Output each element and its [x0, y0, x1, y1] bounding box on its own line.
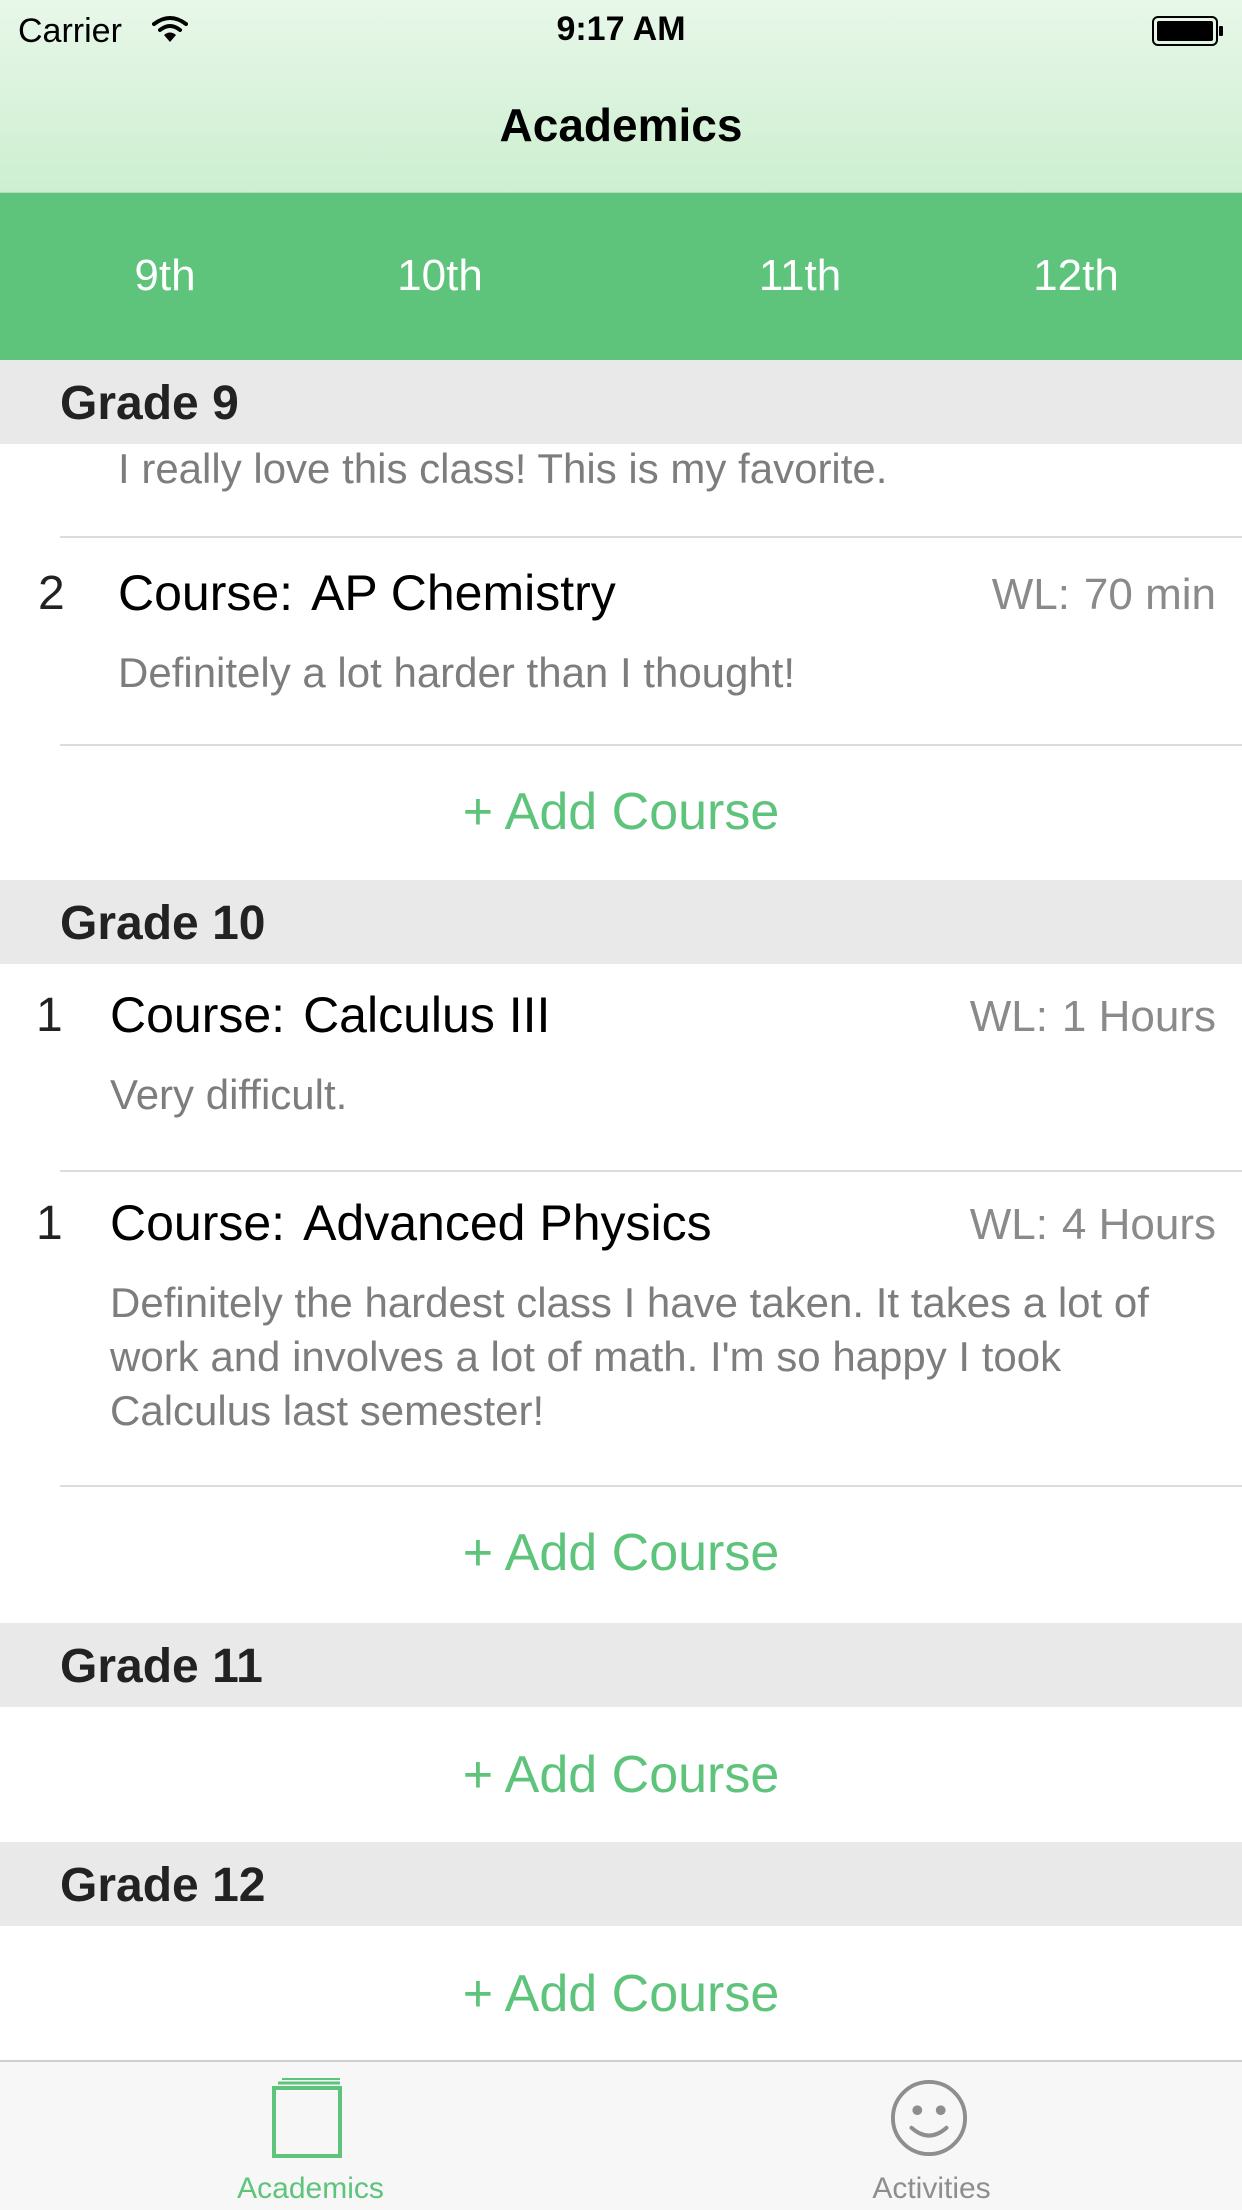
grade-tab-bar: 9th 10th 11th 12th	[0, 193, 1242, 360]
add-course-row-grade-12[interactable]: + Add Course	[0, 1926, 1242, 2060]
smiley-icon	[890, 2079, 968, 2157]
tab-9th[interactable]: 9th	[95, 251, 235, 301]
course-title: Course: Calculus III	[110, 986, 550, 1044]
tab-12th[interactable]: 12th	[1006, 251, 1146, 301]
course-name: AP Chemistry	[311, 565, 616, 621]
add-course-row-grade-10[interactable]: + Add Course	[0, 1487, 1242, 1623]
book-icon	[272, 2078, 342, 2158]
course-note: Definitely the hardest class I have take…	[110, 1279, 1149, 1434]
workload: WL: 70 min	[992, 570, 1216, 620]
add-course-button[interactable]: + Add Course	[0, 1964, 1242, 2024]
course-number: 1	[36, 1197, 63, 1250]
section-header-grade-11: Grade 11	[0, 1623, 1242, 1707]
section-title: Grade 10	[60, 897, 266, 950]
course-label: Course:	[110, 987, 286, 1043]
section-title: Grade 9	[60, 377, 239, 430]
course-row-advanced-physics[interactable]: 1 Course: Advanced Physics WL: 4 Hours Def…	[0, 1172, 1242, 1485]
course-number: 2	[38, 567, 65, 620]
workload-label: WL:	[991, 570, 1070, 619]
course-title: Course: Advanced Physics	[110, 1194, 712, 1252]
course-list[interactable]: Grade 9 I really love this class! This i…	[0, 360, 1242, 2060]
section-header-grade-12: Grade 12	[0, 1842, 1242, 1926]
add-course-button[interactable]: + Add Course	[0, 782, 1242, 842]
section-title: Grade 12	[60, 1859, 266, 1912]
page-title: Academics	[499, 99, 743, 151]
tab-label: Academics	[237, 2172, 384, 2205]
section-header-grade-9: Grade 9	[0, 360, 1242, 444]
bottom-tab-bar: Academics Activities	[0, 2060, 1242, 2210]
course-row-ap-chemistry[interactable]: 2 Course: AP Chemistry WL: 70 min Definite…	[0, 538, 1242, 744]
status-bar: Carrier 9:17 AM	[0, 0, 1242, 60]
tab-label: Activities	[872, 2172, 991, 2205]
navigation-header: Carrier 9:17 AM Academics	[0, 0, 1242, 193]
section-header-grade-10: Grade 10	[0, 880, 1242, 964]
battery-icon	[1152, 16, 1223, 46]
workload-value: 1 Hours	[1061, 992, 1216, 1041]
course-label: Course:	[110, 1195, 286, 1251]
tab-10th[interactable]: 10th	[370, 251, 510, 301]
workload: WL: 4 Hours	[970, 1200, 1216, 1250]
course-label: Course:	[118, 565, 294, 621]
course-note: Very difficult.	[110, 1071, 348, 1118]
course-name: Calculus III	[303, 987, 551, 1043]
status-time: 9:17 AM	[556, 10, 686, 48]
course-title: Course: AP Chemistry	[118, 564, 616, 622]
course-number: 1	[36, 989, 63, 1042]
course-name: Advanced Physics	[303, 1195, 712, 1251]
workload-label: WL:	[969, 992, 1048, 1041]
add-course-button[interactable]: + Add Course	[0, 1523, 1242, 1583]
workload-label: WL:	[969, 1200, 1048, 1249]
tab-academics[interactable]: Academics	[0, 2062, 621, 2210]
workload: WL: 1 Hours	[970, 992, 1216, 1042]
workload-value: 4 Hours	[1061, 1200, 1216, 1249]
section-title: Grade 11	[60, 1640, 263, 1693]
list-item-partial[interactable]: I really love this class! This is my fav…	[0, 444, 1242, 536]
course-note: Definitely a lot harder than I thought!	[118, 649, 796, 696]
add-course-button[interactable]: + Add Course	[0, 1745, 1242, 1805]
course-row-calculus-iii[interactable]: 1 Course: Calculus III WL: 1 Hours Very di…	[0, 964, 1242, 1170]
tab-11th[interactable]: 11th	[730, 251, 870, 301]
course-note: I really love this class! This is my fav…	[118, 445, 888, 492]
add-course-row-grade-11[interactable]: + Add Course	[0, 1707, 1242, 1842]
tab-activities[interactable]: Activities	[621, 2062, 1242, 2210]
workload-value: 70 min	[1083, 570, 1216, 619]
add-course-row-grade-9[interactable]: + Add Course	[0, 746, 1242, 880]
